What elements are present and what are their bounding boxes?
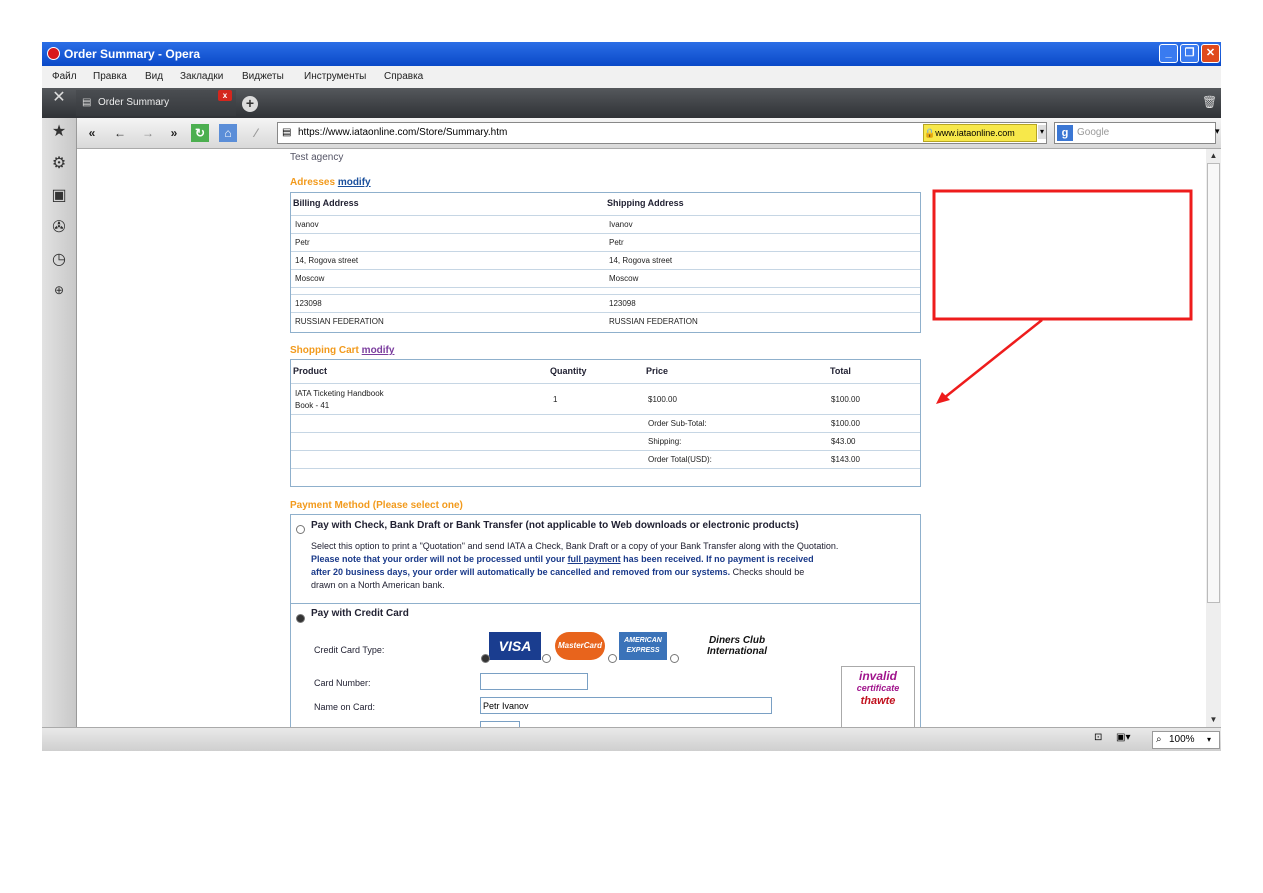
annotation-arrow — [943, 319, 1043, 399]
annotation-overlay — [932, 189, 1193, 404]
annotation-box — [932, 189, 1193, 321]
